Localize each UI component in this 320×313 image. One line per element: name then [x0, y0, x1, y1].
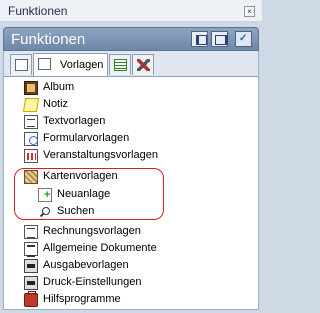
- new-document-icon: [38, 188, 52, 202]
- general-document-icon: [24, 242, 38, 257]
- invoice-template-icon: [24, 225, 38, 239]
- event-template-icon: [24, 149, 38, 163]
- list-item-label: Notiz: [43, 98, 69, 110]
- tab-list[interactable]: [109, 54, 131, 75]
- blank-page-icon: [15, 59, 28, 71]
- dock-right-icon[interactable]: [211, 31, 228, 47]
- list-item-label: Rechnungsvorlagen: [43, 225, 141, 237]
- tab-strip: Vorlagen: [3, 51, 259, 76]
- printer-icon: [24, 276, 38, 290]
- list-item-label: Neuanlage: [57, 188, 111, 200]
- list-item-label: Ausgabevorlagen: [43, 259, 129, 271]
- text-template-icon: [24, 115, 38, 129]
- search-icon: [38, 205, 52, 219]
- list-item-label: Kartenvorlagen: [43, 170, 118, 182]
- list-item-label: Allgemeine Dokumente: [43, 242, 157, 254]
- form-template-icon: [24, 132, 38, 146]
- album-icon: [24, 81, 38, 95]
- tab-vorlagen-label: Vorlagen: [60, 59, 104, 71]
- list-item-label: Suchen: [57, 205, 95, 217]
- list-item-label: Formularvorlagen: [43, 132, 130, 144]
- panel-title: Funktionen: [11, 31, 86, 48]
- list-item-label: Druck-Einstellungen: [43, 276, 142, 288]
- panel-header: Funktionen ✓: [3, 27, 259, 51]
- list-item-label: Hilfsprogramme: [43, 293, 121, 305]
- list-icon: [114, 59, 127, 71]
- list-item-label: Album: [43, 81, 75, 93]
- tab-tools[interactable]: [132, 54, 154, 75]
- map-template-icon: [24, 170, 38, 184]
- function-list: Album Notiz Textvorlagen Formularvorlage…: [3, 76, 259, 310]
- tools-icon: [137, 59, 150, 71]
- window-titlebar: Funktionen ×: [0, 0, 262, 22]
- list-item-label: Textvorlagen: [43, 115, 106, 127]
- tab-vorlagen[interactable]: Vorlagen: [33, 53, 108, 76]
- list-item-label: Veranstaltungsvorlagen: [43, 149, 158, 161]
- document-icon: [38, 58, 51, 70]
- dock-left-icon[interactable]: [191, 31, 208, 47]
- note-icon: [23, 98, 39, 112]
- output-template-icon: [24, 259, 38, 273]
- tab-blank[interactable]: [10, 54, 32, 75]
- toolbox-icon: [24, 291, 38, 307]
- window-title: Funktionen: [8, 4, 68, 18]
- pin-icon[interactable]: ✓: [235, 31, 252, 47]
- close-icon[interactable]: ×: [244, 6, 255, 17]
